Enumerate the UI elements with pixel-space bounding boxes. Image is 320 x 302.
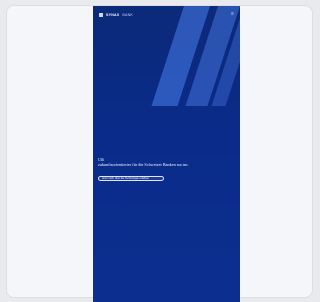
hero-headline: zukunftsorientiertes für die Schweizer B… [98, 162, 189, 167]
logo-mark-icon [99, 13, 103, 17]
brand-name-bold: SYNAX [106, 13, 120, 17]
hero-cta-button[interactable]: Jetzt mehr über die Technologie erfahren [98, 176, 164, 181]
brand-logo[interactable]: SYNAX BANK [99, 13, 133, 17]
mobile-preview: SYNAX BANK ≡ Ulli zukunftsorientiertes f… [93, 6, 240, 302]
brand-name-light: BANK [122, 13, 133, 17]
menu-icon[interactable]: ≡ [230, 12, 235, 17]
